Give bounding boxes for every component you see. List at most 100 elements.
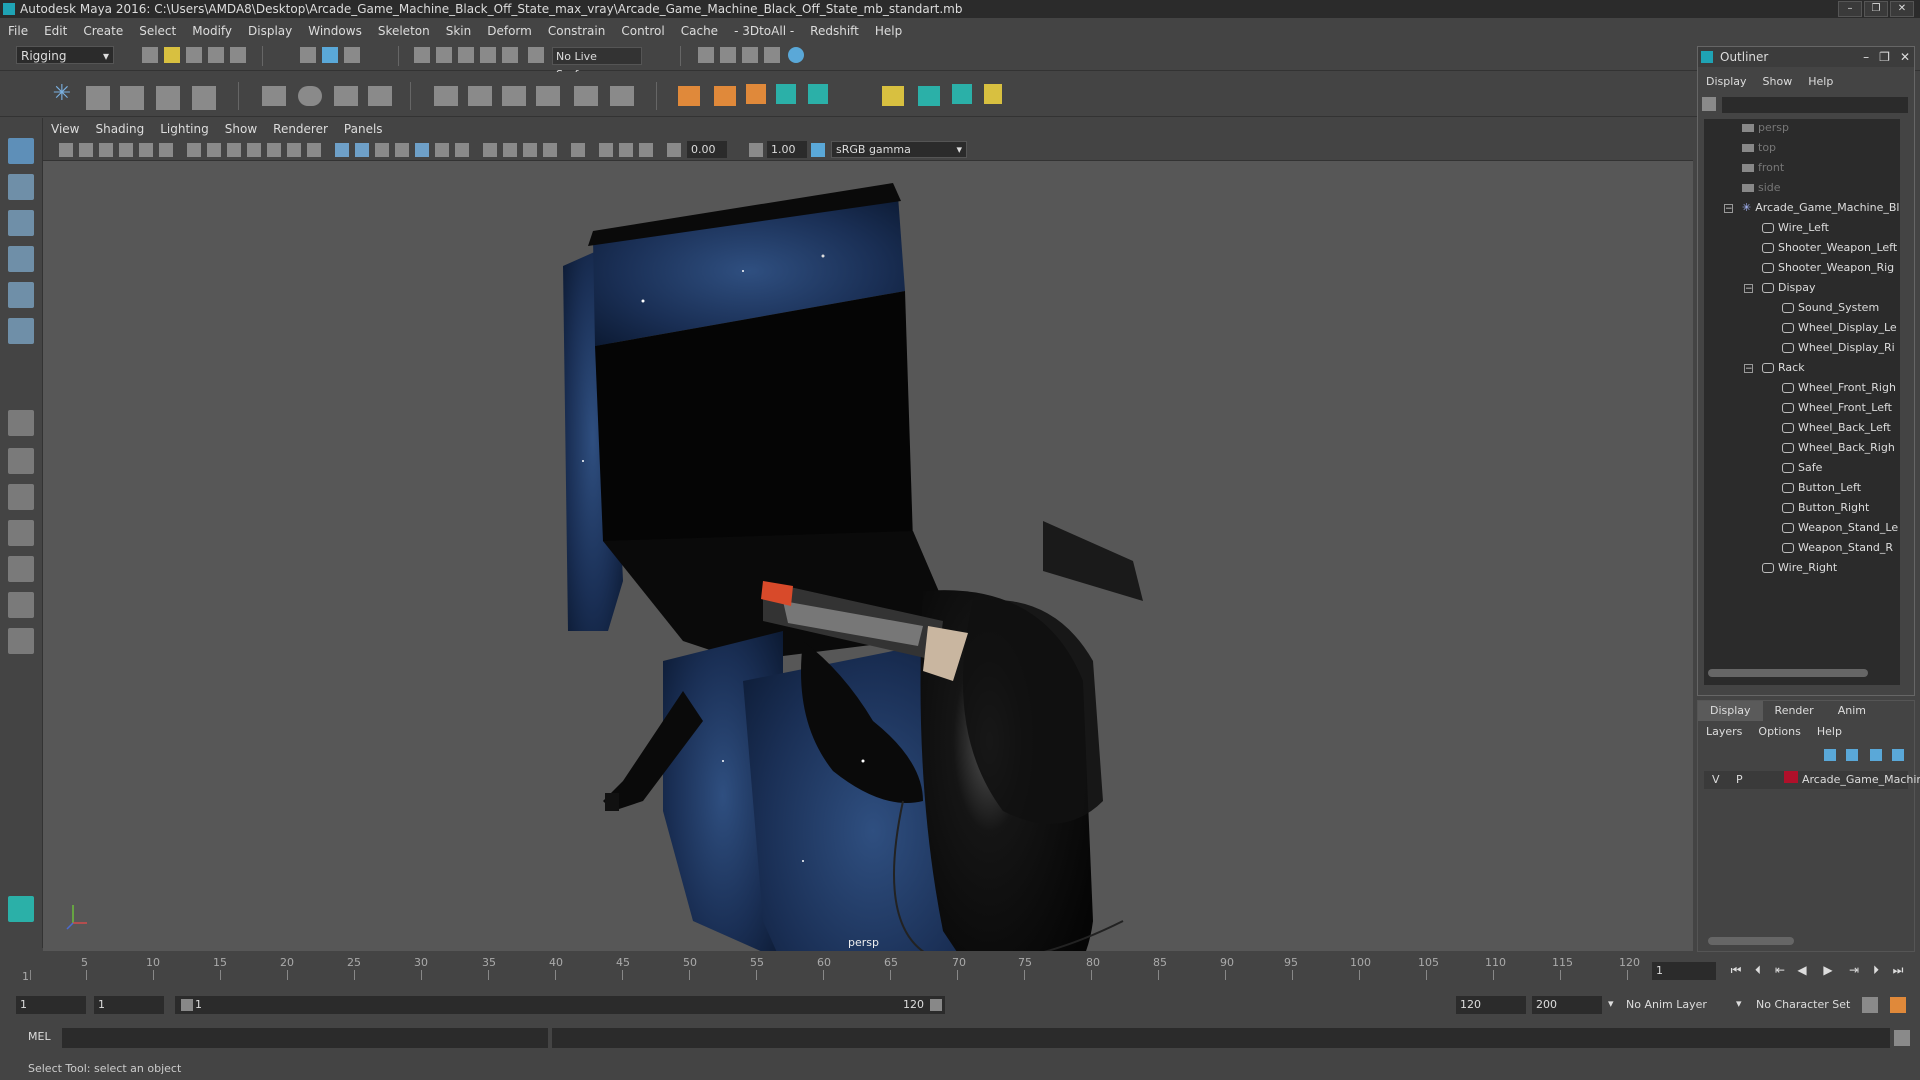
range-slider[interactable]: 1 120 (175, 996, 945, 1014)
move-tool-icon[interactable] (8, 246, 34, 272)
menu-skin[interactable]: Skin (438, 24, 480, 38)
outliner-item[interactable]: Wheel_Front_Righ (1782, 379, 1896, 397)
range-start-handle[interactable] (181, 999, 193, 1011)
pole-vector-icon[interactable] (610, 86, 634, 106)
exposure-field[interactable]: 0.00 (687, 141, 727, 158)
outliner-item[interactable]: Button_Right (1782, 499, 1869, 517)
outliner-menu-display[interactable]: Display (1698, 75, 1755, 93)
maya-tool-3-icon[interactable] (952, 84, 972, 104)
image-plane-icon[interactable] (119, 143, 133, 157)
render-settings-icon[interactable] (742, 47, 758, 63)
menu-control[interactable]: Control (613, 24, 672, 38)
minimize-button[interactable]: – (1863, 47, 1869, 67)
collapse-icon[interactable]: − (1744, 284, 1753, 294)
step-back-frame-icon[interactable]: ⏴ (1750, 963, 1766, 977)
tab-render[interactable]: Render (1763, 701, 1826, 721)
layers-menu-help[interactable]: Help (1809, 725, 1850, 743)
select-tool-icon[interactable] (8, 138, 34, 164)
snap-curve-icon[interactable] (436, 47, 452, 63)
save-scene-icon[interactable] (186, 47, 202, 63)
anim-layer-dropdown[interactable]: No Anim Layer (1622, 996, 1738, 1014)
animation-start-field[interactable]: 1 (16, 996, 86, 1014)
paint-weights-icon[interactable] (298, 86, 322, 106)
ik-spline-icon[interactable] (120, 86, 144, 110)
command-input[interactable] (62, 1028, 548, 1048)
outliner-item[interactable]: Sound_System (1782, 299, 1879, 317)
menu-set-dropdown[interactable]: Rigging ▾ (16, 46, 114, 64)
render-frame-icon[interactable] (698, 47, 714, 63)
outliner-item[interactable]: top (1742, 139, 1776, 157)
outliner-item[interactable]: Weapon_Stand_R (1782, 539, 1893, 557)
step-forward-frame-icon[interactable]: ⏵ (1868, 963, 1884, 977)
new-layer-selected-icon[interactable] (1892, 749, 1904, 761)
move-layer-down-icon[interactable] (1846, 749, 1858, 761)
ipr-render-icon[interactable] (720, 47, 736, 63)
aim-constraint-icon[interactable] (574, 86, 598, 106)
xray-icon[interactable] (599, 143, 613, 157)
menu-3dtoall[interactable]: - 3DtoAll - (726, 24, 802, 38)
bookmark-icon[interactable] (99, 143, 113, 157)
exposure-icon[interactable] (667, 143, 681, 157)
gamma-icon[interactable] (749, 143, 763, 157)
play-forwards-icon[interactable]: ▶ (1820, 963, 1836, 977)
scale-constraint-icon[interactable] (536, 86, 560, 106)
maximize-button[interactable]: ❐ (1879, 47, 1890, 67)
v-tool-icon[interactable] (984, 84, 1002, 104)
layers-horizontal-scrollbar[interactable] (1708, 937, 1794, 945)
close-button[interactable]: ✕ (1890, 1, 1914, 17)
live-surface-field[interactable]: No Live Surface (552, 47, 642, 81)
outliner-item[interactable]: Wheel_Display_Ri (1782, 339, 1895, 357)
shadows-icon[interactable] (455, 143, 469, 157)
script-editor-icon[interactable] (1894, 1030, 1910, 1046)
smooth-shade-icon[interactable] (355, 143, 369, 157)
outliner-item[interactable]: Wheel_Back_Left (1782, 419, 1891, 437)
snap-point-icon[interactable] (458, 47, 474, 63)
render-view-icon[interactable] (788, 47, 804, 63)
xray-components-icon[interactable] (639, 143, 653, 157)
outliner-item[interactable]: side (1742, 179, 1781, 197)
layout-four-icon[interactable] (8, 448, 34, 474)
textured-icon[interactable] (415, 143, 429, 157)
character-set-dropdown[interactable]: No Character Set (1752, 996, 1870, 1014)
gate-mask-icon[interactable] (247, 143, 261, 157)
outliner-menu-show[interactable]: Show (1755, 75, 1801, 93)
outliner-horizontal-scrollbar[interactable] (1708, 669, 1868, 677)
joint-tool-icon[interactable]: ✳ (50, 82, 74, 106)
play-backwards-icon[interactable]: ◀ (1794, 963, 1810, 977)
snap-grid-icon[interactable] (414, 47, 430, 63)
layers-menu-options[interactable]: Options (1750, 725, 1808, 743)
orient-constraint-icon[interactable] (502, 86, 526, 106)
outliner-item[interactable]: Shooter_Weapon_Rig (1762, 259, 1894, 277)
outliner-item[interactable]: Wheel_Back_Righ (1782, 439, 1895, 457)
field-chart-icon[interactable] (267, 143, 281, 157)
animation-preferences-icon[interactable] (1890, 997, 1906, 1013)
hik-icon[interactable] (746, 84, 766, 104)
outliner-item[interactable]: Rack (1762, 359, 1805, 377)
outliner-item[interactable]: Dispay (1762, 279, 1816, 297)
step-back-key-icon[interactable]: ⇤ (1772, 963, 1788, 977)
select-object-icon[interactable] (322, 47, 338, 63)
tab-display[interactable]: Display (1698, 701, 1763, 721)
menu-display[interactable]: Display (240, 24, 300, 38)
motion-blur-icon[interactable] (503, 143, 517, 157)
layout-single-icon[interactable] (8, 410, 34, 436)
panel-menu-lighting[interactable]: Lighting (152, 122, 217, 136)
outliner-menu-help[interactable]: Help (1800, 75, 1841, 93)
maya-tool-2-icon[interactable] (808, 84, 828, 104)
collapse-icon[interactable]: − (1744, 364, 1753, 374)
animation-end-field[interactable]: 200 (1532, 996, 1602, 1014)
color-management-icon[interactable] (811, 143, 825, 157)
outliner-item[interactable]: Wheel_Display_Le (1782, 319, 1897, 337)
use-all-lights-icon[interactable] (435, 143, 449, 157)
panel-menu-panels[interactable]: Panels (336, 122, 391, 136)
snap-view-plane-icon[interactable] (480, 47, 496, 63)
playback-end-field[interactable]: 120 (1456, 996, 1526, 1014)
mirror-joint-icon[interactable] (156, 86, 180, 110)
grease-pencil-icon[interactable] (159, 143, 173, 157)
menu-deform[interactable]: Deform (479, 24, 540, 38)
film-gate-icon[interactable] (207, 143, 221, 157)
outliner-item[interactable]: Wheel_Front_Left (1782, 399, 1892, 417)
select-component-icon[interactable] (344, 47, 360, 63)
xray-joints-icon[interactable] (619, 143, 633, 157)
parent-constraint-icon[interactable] (434, 86, 458, 106)
